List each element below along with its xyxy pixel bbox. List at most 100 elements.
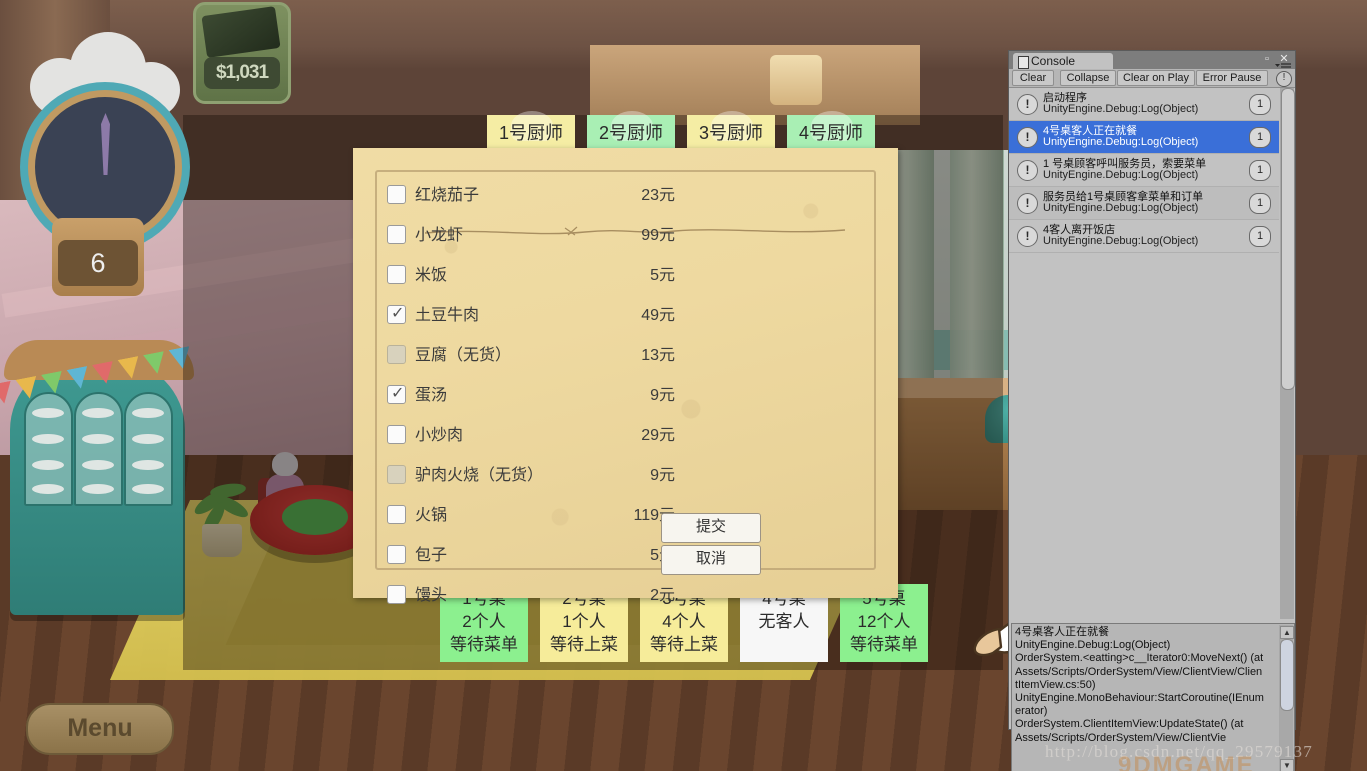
game-screen: 6 $1,031 Menu 1号厨师 2号厨师 3号厨师 4号厨师 1号桌 2个人 等待菜… bbox=[0, 0, 1367, 771]
menu-item-name: 红烧茄子 bbox=[415, 187, 480, 204]
menu-item-name: 小炒肉 bbox=[415, 427, 464, 444]
menu-item-row[interactable]: 小炒肉 29元 bbox=[387, 416, 687, 456]
table-status: 无客人 bbox=[758, 612, 810, 631]
menu-item-row[interactable]: ✓ 蛋汤 9元 bbox=[387, 376, 687, 416]
chef-button-3[interactable]: 3号厨师 bbox=[687, 111, 775, 151]
log-count-badge: 1 bbox=[1249, 226, 1271, 247]
unity-console-window: Console ▫ ✕ Clear Collapse Clear on Play… bbox=[1008, 50, 1296, 771]
log-source: UnityEngine.Debug:Log(Object) bbox=[1043, 169, 1199, 181]
menu-item-price: 9元 bbox=[650, 387, 675, 404]
info-icon: ! bbox=[1017, 160, 1038, 181]
log-source: UnityEngine.Debug:Log(Object) bbox=[1043, 202, 1199, 214]
chef-button-4[interactable]: 4号厨师 bbox=[787, 111, 875, 151]
chef-button-1[interactable]: 1号厨师 bbox=[487, 111, 575, 151]
menu-item-name: 小龙虾 bbox=[415, 227, 464, 244]
table-status: 等待上菜 bbox=[650, 635, 718, 654]
console-tab-label: Console bbox=[1031, 54, 1076, 68]
console-icon bbox=[1018, 56, 1029, 69]
menu-item-price: 23元 bbox=[641, 187, 675, 204]
watermark-brand: 9DMGAME bbox=[1118, 752, 1255, 771]
menu-item-checkbox[interactable] bbox=[387, 505, 406, 524]
chef-button-label: 3号厨师 bbox=[698, 123, 763, 143]
menu-item-checkbox[interactable] bbox=[387, 585, 406, 604]
log-source: UnityEngine.Debug:Log(Object) bbox=[1043, 235, 1199, 247]
chef-button-label: 1号厨师 bbox=[498, 123, 563, 143]
warning-filter-icon[interactable]: ! bbox=[1276, 71, 1292, 87]
table-status: 等待菜单 bbox=[850, 635, 918, 654]
clock-day-label: 6 bbox=[52, 218, 144, 296]
menu-item-checkbox[interactable] bbox=[387, 545, 406, 564]
menu-item-name: 土豆牛肉 bbox=[415, 307, 480, 324]
error-pause-button[interactable]: Error Pause bbox=[1196, 70, 1268, 86]
cake-decoration bbox=[770, 55, 822, 105]
menu-item-checkbox[interactable] bbox=[387, 185, 406, 204]
money-bills-icon bbox=[201, 6, 281, 58]
console-log-list[interactable]: ! 启动程序 UnityEngine.Debug:Log(Object) 1! 4号桌客… bbox=[1009, 88, 1279, 619]
menu-item-row[interactable]: 包子 5元 bbox=[387, 536, 687, 576]
menu-item-name: 包子 bbox=[415, 547, 448, 564]
log-source: UnityEngine.Debug:Log(Object) bbox=[1043, 103, 1199, 115]
console-log-row[interactable]: ! 4号桌客人正在就餐 UnityEngine.Debug:Log(Object) 1 bbox=[1009, 121, 1279, 154]
menu-item-row[interactable]: ✓ 土豆牛肉 49元 bbox=[387, 296, 687, 336]
table-people: 12个人 bbox=[857, 612, 911, 631]
menu-item-row[interactable]: 驴肉火烧（无货） 9元 bbox=[387, 456, 687, 496]
chef-button-2[interactable]: 2号厨师 bbox=[587, 111, 675, 151]
log-count-badge: 1 bbox=[1249, 193, 1271, 214]
clear-button[interactable]: Clear bbox=[1012, 70, 1054, 86]
cancel-button[interactable]: 取消 bbox=[661, 545, 761, 575]
menu-item-checkbox[interactable]: ✓ bbox=[387, 385, 406, 404]
scroll-up-icon[interactable]: ▲ bbox=[1280, 626, 1294, 639]
info-icon: ! bbox=[1017, 94, 1038, 115]
console-log-row[interactable]: ! 启动程序 UnityEngine.Debug:Log(Object) 1 bbox=[1009, 88, 1279, 121]
menu-item-row[interactable]: 火锅 119元 bbox=[387, 496, 687, 536]
cabinet-glass bbox=[74, 392, 123, 506]
order-action-buttons: 提交 取消 bbox=[661, 513, 761, 577]
game-clock: 6 bbox=[8, 28, 188, 308]
console-log-row[interactable]: ! 1 号桌顾客呼叫服务员，索要菜单 UnityEngine.Debug:Log(O… bbox=[1009, 154, 1279, 187]
clock-hand bbox=[101, 113, 110, 175]
submit-button[interactable]: 提交 bbox=[661, 513, 761, 543]
info-icon: ! bbox=[1017, 193, 1038, 214]
info-icon: ! bbox=[1017, 226, 1038, 247]
log-count-badge: 1 bbox=[1249, 127, 1271, 148]
menu-item-price: 29元 bbox=[641, 427, 675, 444]
menu-item-checkbox bbox=[387, 465, 406, 484]
console-toolbar: Clear Collapse Clear on Play Error Pause… bbox=[1009, 69, 1295, 88]
menu-item-checkbox[interactable] bbox=[387, 225, 406, 244]
menu-item-row[interactable]: 米饭 5元 bbox=[387, 256, 687, 296]
clear-on-play-button[interactable]: Clear on Play bbox=[1117, 70, 1195, 86]
menu-item-checkbox[interactable] bbox=[387, 265, 406, 284]
menu-item-name: 火锅 bbox=[415, 507, 448, 524]
info-icon: ! bbox=[1017, 127, 1038, 148]
table-status: 等待上菜 bbox=[550, 635, 618, 654]
menu-item-checkbox[interactable] bbox=[387, 425, 406, 444]
menu-item-row[interactable]: 馒头 2元 bbox=[387, 576, 687, 616]
menu-item-name: 蛋汤 bbox=[415, 387, 448, 404]
order-menu-panel: 红烧茄子 23元 小龙虾 99元 米饭 5元 ✓ 土豆牛肉 49元 豆腐（无货） 13元 ✓ 蛋汤 9元小… bbox=[353, 148, 1273, 771]
menu-item-price: 5元 bbox=[650, 267, 675, 284]
console-tab[interactable]: Console bbox=[1013, 53, 1113, 69]
console-titlebar: Console ▫ ✕ bbox=[1009, 51, 1295, 71]
log-source: UnityEngine.Debug:Log(Object) bbox=[1043, 136, 1199, 148]
menu-item-checkbox[interactable]: ✓ bbox=[387, 305, 406, 324]
money-amount: $1,031 bbox=[204, 57, 280, 89]
clock-day-value: 6 bbox=[58, 240, 138, 286]
console-log-row[interactable]: ! 服务员给1号桌顾客拿菜单和订单 UnityEngine.Debug:Log(O… bbox=[1009, 187, 1279, 220]
menu-item-price: 2元 bbox=[650, 587, 675, 604]
collapse-button[interactable]: Collapse bbox=[1060, 70, 1116, 86]
log-count-badge: 1 bbox=[1249, 160, 1271, 181]
menu-button[interactable]: Menu bbox=[26, 703, 174, 755]
menu-item-price: 99元 bbox=[641, 227, 675, 244]
menu-item-checkbox bbox=[387, 345, 406, 364]
stack-scroll-thumb[interactable] bbox=[1280, 639, 1294, 711]
menu-item-row[interactable]: 红烧茄子 23元 bbox=[387, 176, 687, 216]
menu-item-list: 红烧茄子 23元 小龙虾 99元 米饭 5元 ✓ 土豆牛肉 49元 豆腐（无货） 13元 ✓ 蛋汤 9元小… bbox=[387, 176, 687, 604]
console-scrollbar[interactable] bbox=[1280, 88, 1295, 619]
console-log-row[interactable]: ! 4客人离开饭店 UnityEngine.Debug:Log(Object) 1 bbox=[1009, 220, 1279, 253]
menu-item-name: 驴肉火烧（无货） bbox=[415, 467, 544, 484]
menu-item-row[interactable]: 小龙虾 99元 bbox=[387, 216, 687, 256]
console-scroll-thumb[interactable] bbox=[1281, 88, 1295, 390]
chef-button-label: 2号厨师 bbox=[598, 123, 663, 143]
menu-item-row[interactable]: 豆腐（无货） 13元 bbox=[387, 336, 687, 376]
maximize-icon[interactable]: ▫ bbox=[1261, 53, 1273, 65]
